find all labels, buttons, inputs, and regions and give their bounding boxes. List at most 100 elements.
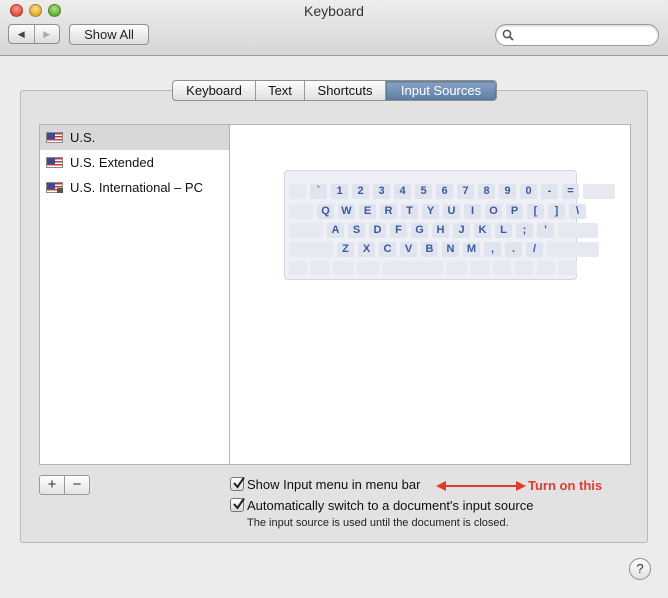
- keyboard-key: Z: [337, 242, 354, 257]
- back-button[interactable]: ◀: [9, 25, 34, 43]
- search-field[interactable]: [495, 24, 659, 46]
- keyboard-key: L: [495, 223, 512, 238]
- show-input-menu-checkbox[interactable]: [230, 476, 245, 491]
- annotation-arrow-icon: [436, 481, 526, 491]
- keyboard-key: [447, 261, 467, 275]
- input-source-us-extended[interactable]: U.S. Extended: [40, 150, 229, 175]
- keyboard-layout-preview: ` 1 2 3 4 5 6 7 8 9 0- = Q W E R T Y U I O P [] \ A S D F G H J K L; ' Z X C…: [284, 170, 615, 280]
- keyboard-key: K: [474, 223, 491, 238]
- keyboard-key: M: [463, 242, 480, 257]
- keyboard-key: Q: [317, 204, 334, 219]
- keyboard-key: V: [400, 242, 417, 257]
- keyboard-key: /: [526, 242, 543, 257]
- add-remove-control: + −: [39, 475, 90, 495]
- keyboard-key: R: [380, 204, 397, 219]
- checkmark-icon: [233, 497, 245, 510]
- keyboard-key: P: [506, 204, 523, 219]
- tab-text[interactable]: Text: [256, 81, 305, 100]
- keyboard-key: B: [421, 242, 438, 257]
- forward-button[interactable]: ▶: [33, 25, 60, 43]
- keyboard-key: [289, 242, 333, 257]
- us-flag-icon: [46, 157, 63, 168]
- keyboard-key: .: [505, 242, 522, 257]
- tab-keyboard[interactable]: Keyboard: [173, 81, 256, 100]
- input-source-label: U.S. Extended: [70, 155, 154, 170]
- us-intl-flag-icon: [46, 182, 63, 193]
- keyboard-key: \: [569, 204, 586, 219]
- keyboard-key: [357, 261, 379, 275]
- back-forward-control: ◀ ▶: [8, 24, 60, 44]
- keyboard-key: [547, 242, 599, 257]
- keyboard-key: G: [411, 223, 428, 238]
- keyboard-key: 9: [499, 184, 516, 199]
- keyboard-key: 8: [478, 184, 495, 199]
- keyboard-key: U: [443, 204, 460, 219]
- keyboard-key: ;: [516, 223, 533, 238]
- keyboard-key: 7: [457, 184, 474, 199]
- keyboard-row: Z X C V B N M,. /: [289, 242, 599, 259]
- keyboard-key: 0: [520, 184, 537, 199]
- auto-switch-note: The input source is used until the docum…: [247, 517, 509, 529]
- keyboard-key: W: [338, 204, 355, 219]
- keyboard-key: 1: [331, 184, 348, 199]
- keyboard-key: -: [541, 184, 558, 199]
- keyboard-row: A S D F G H J K L; ': [289, 223, 598, 240]
- keyboard-key: A: [327, 223, 344, 238]
- help-button[interactable]: ?: [629, 558, 651, 580]
- keyboard-key: C: [379, 242, 396, 257]
- show-all-button[interactable]: Show All: [69, 24, 149, 45]
- keyboard-key: [: [527, 204, 544, 219]
- keyboard-key: 5: [415, 184, 432, 199]
- keyboard-key: [383, 261, 443, 275]
- keyboard-key: [493, 261, 511, 275]
- tab-bar: Keyboard Text Shortcuts Input Sources: [172, 80, 497, 101]
- keyboard-key: H: [432, 223, 449, 238]
- remove-input-source-button[interactable]: −: [64, 476, 89, 494]
- keyboard-key: [289, 223, 323, 238]
- keyboard-key: X: [358, 242, 375, 257]
- input-source-us-international-pc[interactable]: U.S. International – PC: [40, 175, 229, 200]
- keyboard-key: F: [390, 223, 407, 238]
- keyboard-key: ]: [548, 204, 565, 219]
- keyboard-key: T: [401, 204, 418, 219]
- keyboard-key: E: [359, 204, 376, 219]
- tab-shortcuts[interactable]: Shortcuts: [305, 81, 386, 100]
- forward-arrow-icon: ▶: [43, 28, 51, 39]
- keyboard-key: S: [348, 223, 365, 238]
- search-input[interactable]: [518, 27, 652, 45]
- keyboard-key: O: [485, 204, 502, 219]
- input-sources-list[interactable]: U.S. U.S. Extended U.S. International – …: [39, 124, 230, 465]
- keyboard-key: [311, 261, 329, 275]
- keyboard-key: D: [369, 223, 386, 238]
- auto-switch-checkbox[interactable]: [230, 497, 245, 512]
- auto-switch-label: Automatically switch to a document's inp…: [247, 498, 534, 513]
- window-title: Keyboard: [304, 3, 364, 19]
- keyboard-key: `: [310, 184, 327, 199]
- keyboard-key: =: [562, 184, 579, 199]
- keyboard-key: [289, 261, 307, 275]
- keyboard-key: N: [442, 242, 459, 257]
- keyboard-key: [559, 261, 577, 275]
- input-source-us[interactable]: U.S.: [40, 125, 229, 150]
- search-icon: [502, 29, 514, 41]
- keyboard-key: [537, 261, 555, 275]
- keyboard-key: 6: [436, 184, 453, 199]
- keyboard-row: [289, 261, 581, 278]
- keyboard-key: [471, 261, 489, 275]
- tab-input-sources[interactable]: Input Sources: [386, 81, 496, 100]
- keyboard-key: [289, 184, 306, 199]
- keyboard-key: J: [453, 223, 470, 238]
- keyboard-key: [333, 261, 353, 275]
- question-mark-icon: ?: [636, 561, 644, 576]
- keyboard-key: 4: [394, 184, 411, 199]
- keyboard-key: [289, 204, 313, 219]
- keyboard-key: ': [537, 223, 554, 238]
- keyboard-key: I: [464, 204, 481, 219]
- input-source-label: U.S. International – PC: [70, 180, 203, 195]
- keyboard-key: 3: [373, 184, 390, 199]
- keyboard-key: ,: [484, 242, 501, 257]
- input-source-label: U.S.: [70, 130, 96, 145]
- keyboard-key: Y: [422, 204, 439, 219]
- add-input-source-button[interactable]: +: [40, 476, 64, 494]
- keyboard-key: [558, 223, 598, 238]
